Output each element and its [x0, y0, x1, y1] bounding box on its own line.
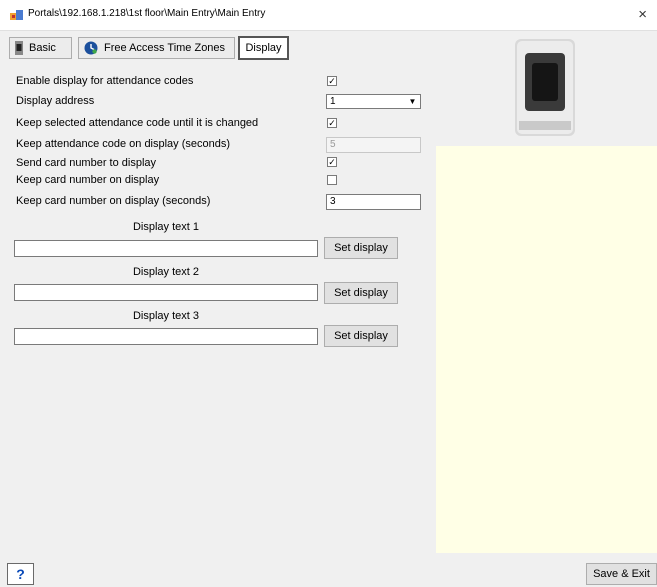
window-title: Portals\192.168.1.218\1st floor\Main Ent…: [28, 8, 266, 19]
device-icon: [15, 41, 23, 55]
tab-display[interactable]: Display: [238, 36, 289, 60]
keep-card-number-checkbox[interactable]: [327, 175, 337, 185]
enable-display-label: Enable display for attendance codes: [16, 75, 194, 87]
enable-display-checkbox[interactable]: ✓: [327, 76, 337, 86]
keep-card-seconds-label: Keep card number on display (seconds): [16, 195, 211, 207]
send-card-number-label: Send card number to display: [16, 157, 157, 169]
keep-card-number-label: Keep card number on display: [16, 174, 160, 186]
check-mark-icon: ✓: [328, 76, 336, 86]
display-address-label: Display address: [16, 95, 95, 107]
display-text-3-label: Display text 3: [132, 310, 200, 322]
clock-globe-icon: [84, 41, 98, 55]
keep-code-seconds-label: Keep attendance code on display (seconds…: [16, 138, 231, 150]
check-mark-icon: ✓: [328, 118, 336, 128]
display-preview-pane: [436, 146, 657, 553]
save-exit-button[interactable]: Save & Exit: [586, 563, 657, 585]
tab-free-access-time-zones[interactable]: Free Access Time Zones: [78, 37, 235, 59]
display-address-value: 1: [330, 96, 336, 107]
tab-free-access-label: Free Access Time Zones: [104, 42, 226, 54]
display-text-1-label: Display text 1: [132, 221, 200, 233]
keep-card-seconds-input[interactable]: 3: [326, 194, 421, 210]
check-mark-icon: ✓: [328, 157, 336, 167]
help-button[interactable]: ?: [7, 563, 34, 585]
title-bar: Portals\192.168.1.218\1st floor\Main Ent…: [0, 0, 657, 31]
display-address-select[interactable]: 1 ▼: [326, 94, 421, 109]
set-display-2-button[interactable]: Set display: [324, 282, 398, 304]
display-text-2-label: Display text 2: [132, 266, 200, 278]
keep-selected-code-label: Keep selected attendance code until it i…: [16, 117, 259, 129]
tab-display-label: Display: [245, 42, 282, 54]
chevron-down-icon[interactable]: ▼: [407, 96, 418, 107]
keep-selected-code-checkbox[interactable]: ✓: [327, 118, 337, 128]
set-display-3-button[interactable]: Set display: [324, 325, 398, 347]
portal-app-icon: [10, 10, 23, 20]
tab-basic[interactable]: Basic: [9, 37, 72, 59]
tab-basic-label: Basic: [29, 42, 56, 54]
display-text-2-input[interactable]: [14, 284, 318, 301]
display-text-3-input[interactable]: [14, 328, 318, 345]
set-display-1-button[interactable]: Set display: [324, 237, 398, 259]
keep-code-seconds-input: 5: [326, 137, 421, 153]
reader-device-image: [515, 39, 575, 136]
close-button[interactable]: ×: [638, 6, 647, 23]
send-card-number-checkbox[interactable]: ✓: [327, 157, 337, 167]
display-text-1-input[interactable]: [14, 240, 318, 257]
